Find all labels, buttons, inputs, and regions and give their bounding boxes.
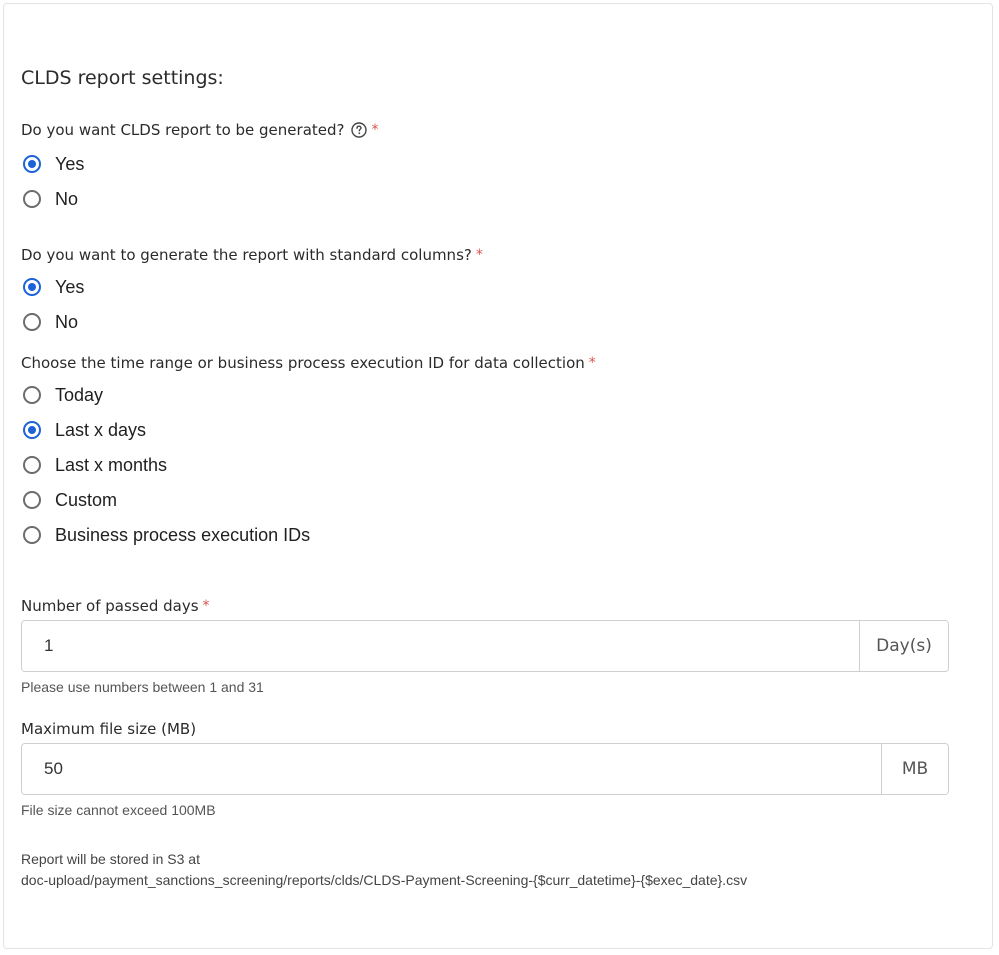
radio-button[interactable] bbox=[23, 190, 41, 208]
radio-label: Today bbox=[55, 384, 104, 405]
max-file-size-label: Maximum file size (MB) bbox=[21, 720, 197, 738]
radio-label: Business process execution IDs bbox=[55, 524, 311, 545]
radio-standard-no[interactable]: No bbox=[23, 310, 78, 334]
required-mark: * bbox=[202, 598, 210, 614]
radio-label: No bbox=[55, 311, 79, 332]
radio-label: Last x days bbox=[55, 419, 147, 440]
max-file-size-help: File size cannot exceed 100MB bbox=[21, 802, 216, 818]
radio-label: Last x months bbox=[55, 454, 168, 475]
days-addon: Day(s) bbox=[859, 621, 948, 671]
storage-note-line1: Report will be stored in S3 at bbox=[21, 851, 200, 867]
radio-generate-yes[interactable]: Yes bbox=[23, 152, 84, 176]
radio-range-custom[interactable]: Custom bbox=[23, 488, 117, 512]
radio-label: No bbox=[55, 188, 79, 209]
max-file-size-input[interactable] bbox=[22, 744, 881, 794]
radio-label: Yes bbox=[55, 276, 85, 297]
radio-button-checked[interactable] bbox=[23, 155, 41, 173]
passed-days-label: Number of passed days bbox=[21, 597, 199, 615]
radio-range-last-days[interactable]: Last x days bbox=[23, 418, 146, 442]
required-mark: * bbox=[588, 355, 596, 371]
radio-button[interactable] bbox=[23, 491, 41, 509]
max-file-size-label-row: Maximum file size (MB) bbox=[21, 720, 196, 738]
question-standard-columns-label: Do you want to generate the report with … bbox=[21, 246, 472, 264]
max-file-size-input-group: MB bbox=[21, 743, 949, 795]
passed-days-help: Please use numbers between 1 and 31 bbox=[21, 679, 264, 695]
radio-button[interactable] bbox=[23, 386, 41, 404]
question-generate-report: Do you want CLDS report to be generated?… bbox=[21, 121, 378, 139]
question-time-range: Choose the time range or business proces… bbox=[21, 354, 596, 372]
radio-button[interactable] bbox=[23, 456, 41, 474]
passed-days-input-group: Day(s) bbox=[21, 620, 949, 672]
radio-label: Custom bbox=[55, 489, 118, 510]
storage-note-path: doc-upload/payment_sanctions_screening/r… bbox=[21, 872, 748, 888]
radio-range-last-months[interactable]: Last x months bbox=[23, 453, 167, 477]
required-mark: * bbox=[475, 247, 483, 263]
passed-days-input[interactable] bbox=[22, 621, 859, 671]
radio-standard-yes[interactable]: Yes bbox=[23, 275, 84, 299]
radio-button[interactable] bbox=[23, 526, 41, 544]
passed-days-label-row: Number of passed days * bbox=[21, 597, 210, 615]
radio-generate-no[interactable]: No bbox=[23, 187, 78, 211]
section-title: CLDS report settings: bbox=[21, 67, 224, 89]
question-generate-label: Do you want CLDS report to be generated? bbox=[21, 121, 345, 139]
storage-note: Report will be stored in S3 at doc-uploa… bbox=[21, 849, 747, 891]
required-mark: * bbox=[371, 122, 379, 138]
radio-button-checked[interactable] bbox=[23, 278, 41, 296]
question-circle-icon[interactable] bbox=[351, 122, 368, 138]
radio-range-today[interactable]: Today bbox=[23, 383, 103, 407]
radio-range-execution-ids[interactable]: Business process execution IDs bbox=[23, 523, 310, 547]
question-time-range-label: Choose the time range or business proces… bbox=[21, 354, 585, 372]
question-standard-columns: Do you want to generate the report with … bbox=[21, 246, 483, 264]
radio-button[interactable] bbox=[23, 313, 41, 331]
mb-addon: MB bbox=[881, 744, 948, 794]
radio-label: Yes bbox=[55, 153, 85, 174]
radio-button-checked[interactable] bbox=[23, 421, 41, 439]
